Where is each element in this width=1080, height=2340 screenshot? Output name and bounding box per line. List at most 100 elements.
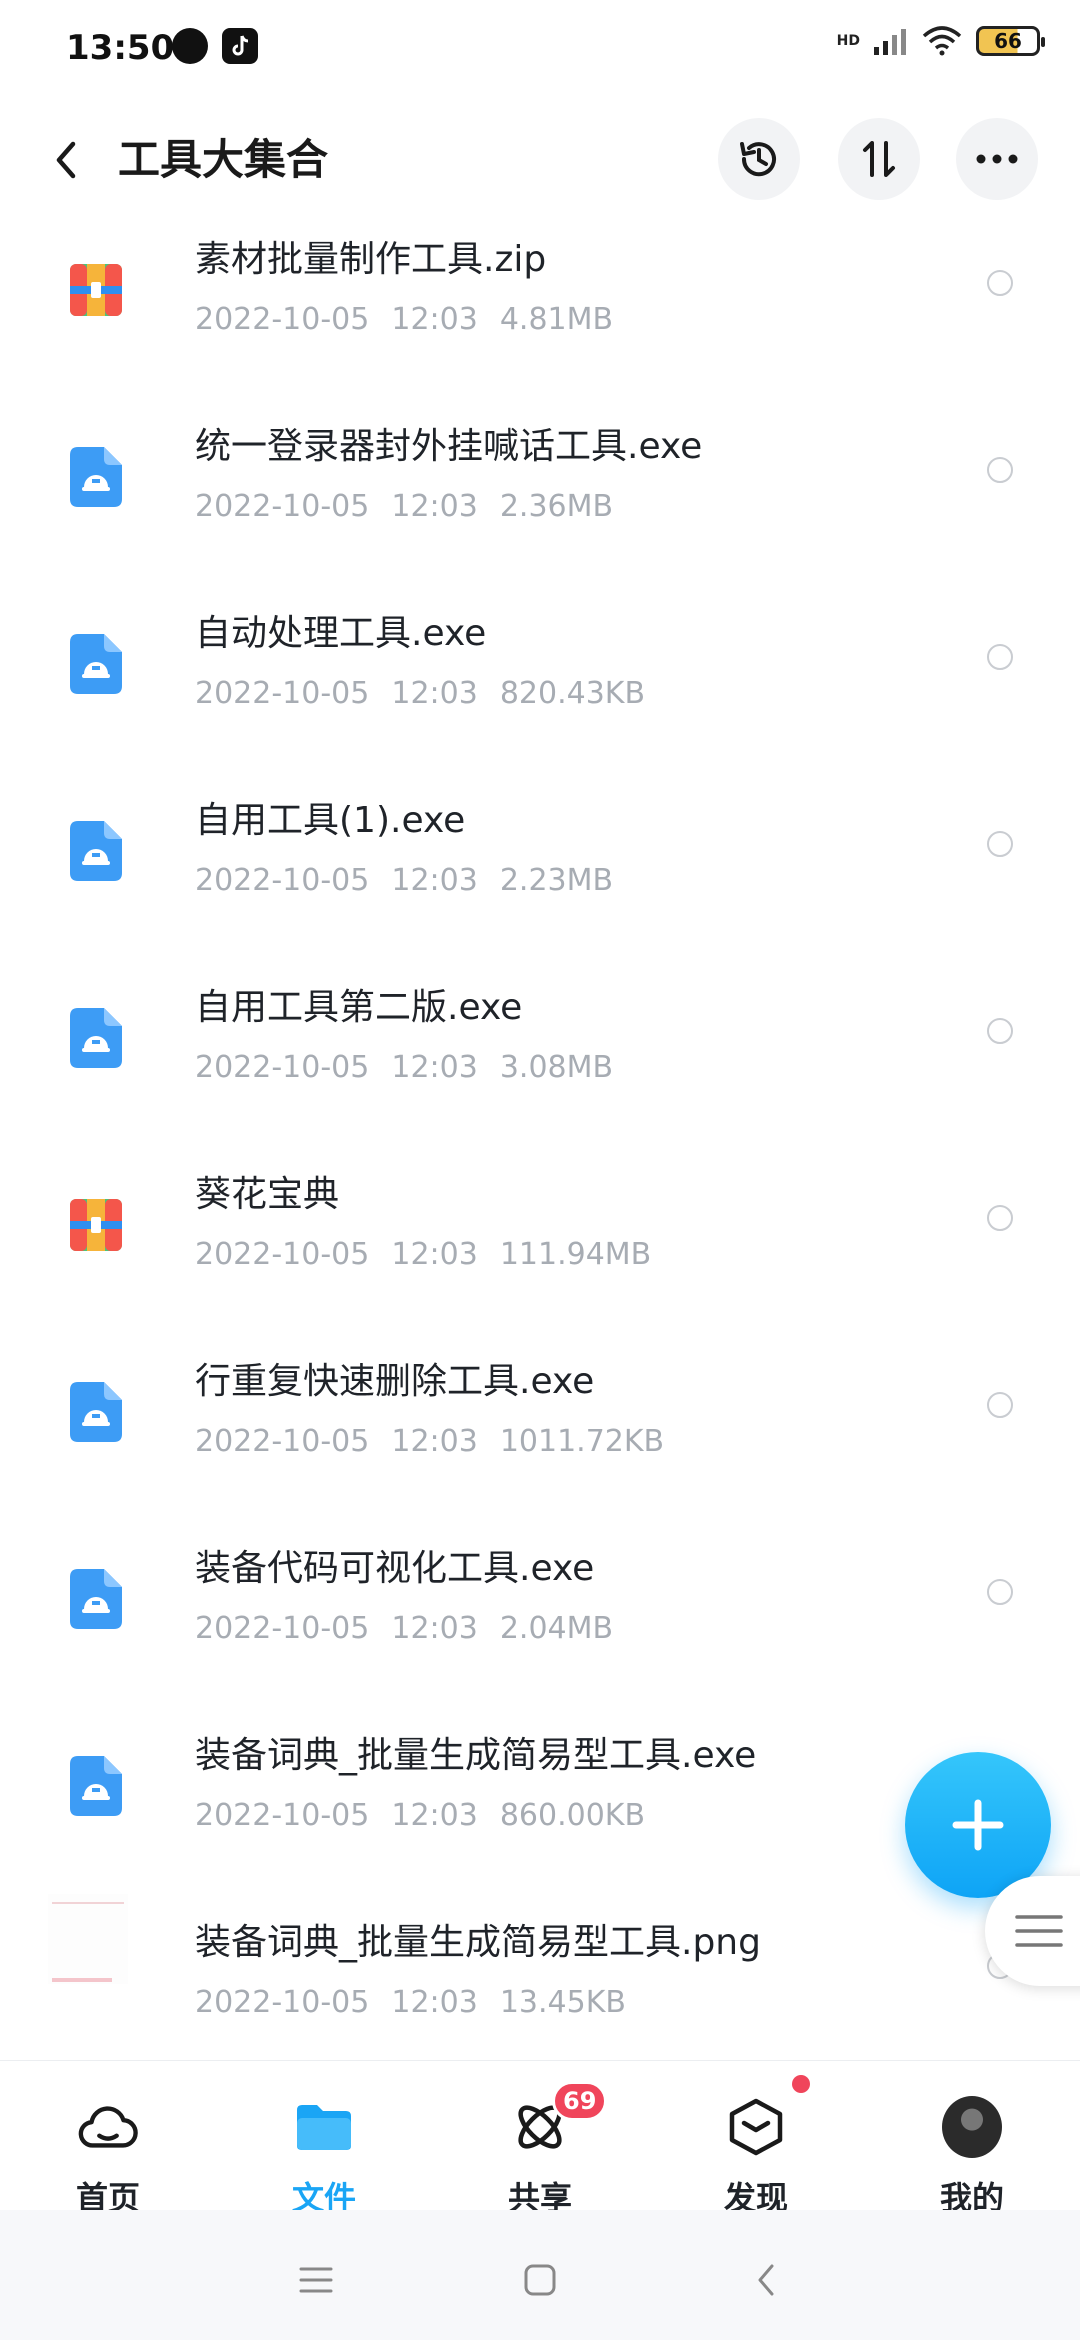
bottom-nav: 首页 文件 69 共享 发现 我的 — [0, 2060, 1080, 2217]
file-size: 2.36MB — [499, 489, 614, 524]
select-radio[interactable] — [987, 270, 1013, 296]
file-date: 2022-10-05 — [195, 1798, 370, 1833]
archive-file-icon — [70, 260, 122, 320]
file-time: 12:03 — [391, 676, 478, 711]
chevron-left-icon — [56, 141, 76, 179]
file-name: 素材批量制作工具.zip — [195, 239, 547, 280]
avatar — [942, 2096, 1002, 2158]
status-time: 13:50 — [66, 28, 175, 68]
file-time: 12:03 — [391, 1424, 478, 1459]
file-date: 2022-10-05 — [195, 1611, 370, 1646]
wifi-icon — [922, 26, 962, 56]
file-name: 装备词典_批量生成简易型工具.png — [195, 1922, 761, 1963]
file-time: 12:03 — [391, 302, 478, 337]
file-name: 自用工具第二版.exe — [195, 987, 523, 1028]
system-home-button[interactable] — [510, 2250, 570, 2310]
select-radio[interactable] — [987, 1392, 1013, 1418]
nav-item-share[interactable]: 69 共享 — [440, 2061, 640, 2217]
file-size: 13.45KB — [499, 1985, 626, 2020]
image-thumbnail-icon — [48, 1894, 128, 1984]
menu-icon — [1015, 1915, 1063, 1947]
network-type-label: HD — [836, 33, 860, 49]
file-size: 820.43KB — [499, 676, 646, 711]
sort-icon — [863, 141, 895, 177]
chevron-left-icon — [758, 2264, 774, 2296]
file-date: 2022-10-05 — [195, 676, 370, 711]
system-nav-bar — [0, 2210, 1080, 2340]
folder-icon — [294, 2097, 354, 2157]
history-button[interactable] — [718, 118, 800, 200]
exe-file-icon — [70, 1756, 122, 1816]
system-menu-button[interactable] — [286, 2250, 346, 2310]
file-date: 2022-10-05 — [195, 489, 370, 524]
file-date: 2022-10-05 — [195, 1050, 370, 1085]
file-row[interactable]: 素材批量制作工具.zip 2022-10-05 12:03 4.81MB — [0, 210, 1080, 397]
cloud-icon — [78, 2097, 138, 2157]
discover-notification-dot — [792, 2075, 810, 2093]
file-row[interactable]: 装备代码可视化工具.exe 2022-10-05 12:03 2.04MB — [0, 1519, 1080, 1706]
select-radio[interactable] — [987, 1205, 1013, 1231]
nav-item-home[interactable]: 首页 — [8, 2061, 208, 2217]
history-icon — [740, 142, 776, 177]
more-button[interactable] — [956, 118, 1038, 200]
file-row[interactable]: 自用工具第二版.exe 2022-10-05 12:03 3.08MB — [0, 958, 1080, 1145]
nav-item-files[interactable]: 文件 — [224, 2061, 424, 2217]
file-size: 111.94MB — [499, 1237, 652, 1272]
back-button[interactable] — [36, 130, 96, 190]
file-size: 1011.72KB — [499, 1424, 665, 1459]
menu-icon — [299, 2267, 333, 2293]
file-name: 行重复快速删除工具.exe — [195, 1361, 595, 1402]
file-size: 2.04MB — [499, 1611, 614, 1646]
file-date: 2022-10-05 — [195, 302, 370, 337]
file-meta: 2022-10-05 12:03 1011.72KB — [195, 1424, 686, 1459]
exe-file-icon — [70, 447, 122, 507]
exe-file-icon — [70, 634, 122, 694]
file-name: 葵花宝典 — [195, 1174, 340, 1215]
file-time: 12:03 — [391, 863, 478, 898]
file-meta: 2022-10-05 12:03 13.45KB — [195, 1985, 648, 2020]
file-name: 装备代码可视化工具.exe — [195, 1548, 595, 1589]
tiktok-notification-icon — [222, 28, 258, 64]
select-radio[interactable] — [987, 644, 1013, 670]
file-meta: 2022-10-05 12:03 860.00KB — [195, 1798, 667, 1833]
file-size: 4.81MB — [499, 302, 614, 337]
file-row[interactable]: 自用工具(1).exe 2022-10-05 12:03 2.23MB — [0, 771, 1080, 958]
select-radio[interactable] — [987, 457, 1013, 483]
exe-file-icon — [70, 1008, 122, 1068]
file-row[interactable]: 葵花宝典 2022-10-05 12:03 111.94MB — [0, 1145, 1080, 1332]
square-icon — [524, 2264, 556, 2296]
page-title: 工具大集合 — [118, 135, 329, 184]
file-size: 3.08MB — [499, 1050, 614, 1085]
file-size: 2.23MB — [499, 863, 614, 898]
sort-button[interactable] — [838, 118, 920, 200]
header: 工具大集合 — [0, 110, 1080, 210]
status-indicators: HD 66 — [836, 26, 1045, 56]
file-row[interactable]: 装备词典_批量生成简易型工具.png 2022-10-05 12:03 13.45KB — [0, 1893, 1080, 2060]
file-name: 自动处理工具.exe — [195, 613, 487, 654]
file-row[interactable]: 统一登录器封外挂喊话工具.exe 2022-10-05 12:03 2.36MB — [0, 397, 1080, 584]
file-time: 12:03 — [391, 489, 478, 524]
select-radio[interactable] — [987, 831, 1013, 857]
qq-notification-icon — [172, 28, 208, 64]
file-meta: 2022-10-05 12:03 2.23MB — [195, 863, 635, 898]
exe-file-icon — [70, 1569, 122, 1629]
select-radio[interactable] — [987, 1018, 1013, 1044]
file-time: 12:03 — [391, 1237, 478, 1272]
more-icon — [976, 154, 1018, 164]
file-time: 12:03 — [391, 1985, 478, 2020]
exe-file-icon — [70, 1382, 122, 1442]
nav-item-me[interactable]: 我的 — [872, 2061, 1072, 2217]
select-radio[interactable] — [987, 1579, 1013, 1605]
file-size: 860.00KB — [499, 1798, 646, 1833]
file-meta: 2022-10-05 12:03 111.94MB — [195, 1237, 673, 1272]
nav-item-discover[interactable]: 发现 — [656, 2061, 856, 2217]
file-row[interactable]: 行重复快速删除工具.exe 2022-10-05 12:03 1011.72KB — [0, 1332, 1080, 1519]
file-row[interactable]: 自动处理工具.exe 2022-10-05 12:03 820.43KB — [0, 584, 1080, 771]
system-back-button[interactable] — [736, 2250, 796, 2310]
file-date: 2022-10-05 — [195, 1424, 370, 1459]
status-bar: 13:50 HD 66 — [0, 0, 1080, 100]
file-time: 12:03 — [391, 1798, 478, 1833]
file-time: 12:03 — [391, 1050, 478, 1085]
file-meta: 2022-10-05 12:03 3.08MB — [195, 1050, 635, 1085]
exe-file-icon — [70, 821, 122, 881]
